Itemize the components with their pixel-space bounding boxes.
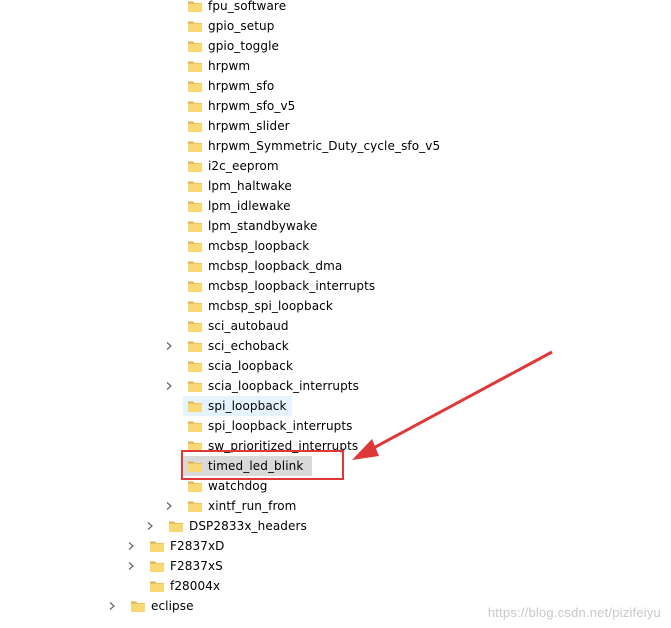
watermark: https://blog.csdn.net/pizifeiyu — [487, 605, 661, 620]
annotation-arrow — [352, 350, 553, 460]
